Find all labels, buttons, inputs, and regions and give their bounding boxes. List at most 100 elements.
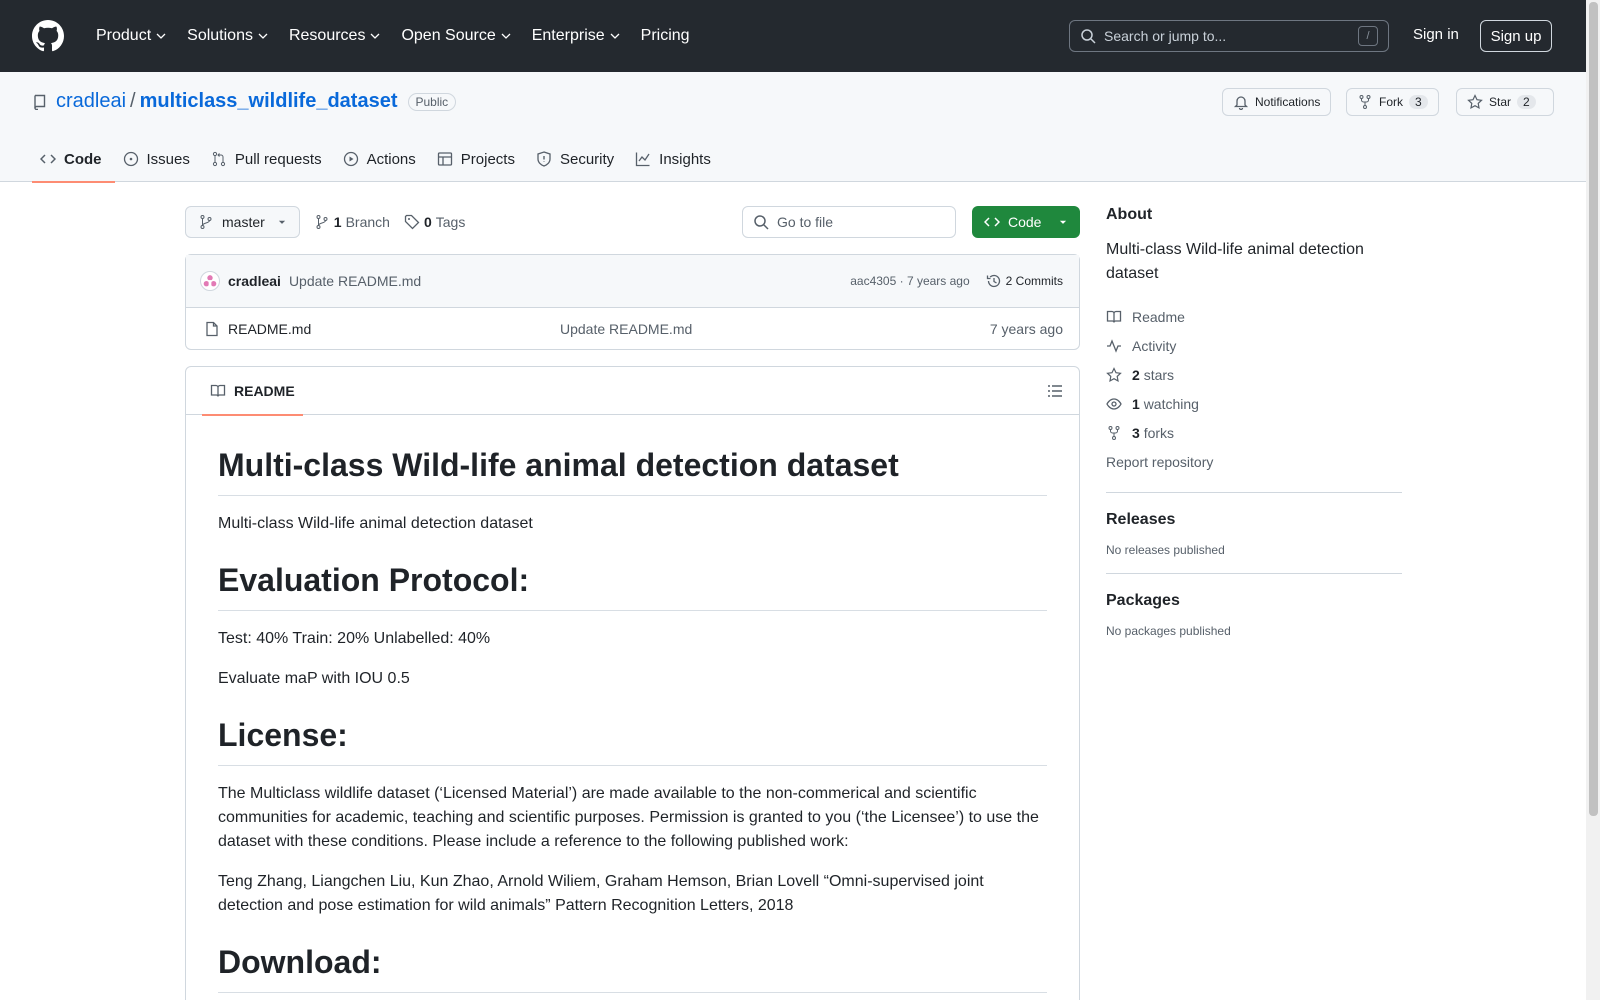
star-button[interactable]: Star 2 [1456,88,1554,116]
repo-header: cradleai / multiclass_wildlife_dataset P… [0,72,1586,183]
nav-product[interactable]: Product [88,21,175,51]
commit-hash-time[interactable]: aac4305 · 7 years ago [850,274,969,288]
branch-name: master [222,214,265,230]
forks-link[interactable]: 3 forks [1106,418,1402,447]
about-heading: About [1106,206,1153,223]
tab-issues[interactable]: Issues [115,136,203,182]
search-placeholder: Search or jump to... [1104,28,1227,44]
play-icon [343,151,358,167]
star-count: 2 [1517,95,1536,109]
caret-down-icon [278,220,285,224]
go-to-file-input[interactable]: Go to file [742,206,956,238]
chevron-down-icon [156,33,166,39]
readme-title: Multi-class Wild-life animal detection d… [218,445,1047,496]
sign-up-button[interactable]: Sign up [1480,20,1552,52]
branch-select[interactable]: master [185,206,300,238]
caret-down-icon [1059,220,1067,224]
tab-security[interactable]: Security [528,136,627,182]
branches-link[interactable]: 1 Branch [314,214,390,230]
chevron-down-icon [258,33,268,39]
global-header: Product Solutions Resources Open Source … [0,0,1586,72]
fork-button[interactable]: Fork 3 [1346,88,1439,116]
license-text: The Multiclass wildlife dataset (‘Licens… [218,785,1039,850]
readme-header: README [186,367,1079,416]
branch-icon [200,215,212,229]
commit-message-link[interactable]: Update README.md [289,273,421,289]
tag-icon [404,214,420,230]
nav-solutions[interactable]: Solutions [179,21,277,51]
sidebar-divider [1106,573,1402,574]
nav-open-source[interactable]: Open Source [393,21,519,51]
commits-history-link[interactable]: 2 Commits [986,273,1063,289]
file-icon [206,321,218,336]
repo-main: master 1 Branch 0 Tags Go to file Code c… [185,206,1080,1000]
repo-owner-link[interactable]: cradleai [56,90,126,113]
file-name-link[interactable]: README.md [228,321,560,337]
readme-link[interactable]: Readme [1106,302,1402,331]
tab-code[interactable]: Code [32,136,115,183]
issue-icon [123,151,138,167]
activity-link[interactable]: Activity [1106,331,1402,360]
packages-heading[interactable]: Packages [1106,592,1402,610]
releases-heading[interactable]: Releases [1106,511,1402,529]
commit-author-link[interactable]: cradleai [228,273,281,289]
heading-download: Download: [218,942,1047,993]
search-icon [1081,29,1096,44]
book-icon [210,384,226,397]
bell-icon [1233,96,1249,110]
heading-evaluation-protocol: Evaluation Protocol: [218,560,1047,611]
star-label: Star [1489,95,1512,109]
file-commit-message-link[interactable]: Update README.md [560,321,692,337]
search-icon [754,215,769,230]
nav-enterprise[interactable]: Enterprise [524,21,629,51]
file-age: 7 years ago [989,320,1063,337]
releases-empty-text: No releases published [1106,543,1225,557]
repo-sidebar: About Multi-class Wild-life animal detec… [1106,206,1402,638]
branch-icon [316,215,328,229]
github-logo-icon[interactable] [32,20,64,52]
code-button[interactable]: Code [972,206,1080,238]
avatar[interactable] [200,271,220,291]
nav-resources[interactable]: Resources [281,21,389,51]
search-input[interactable]: Search or jump to... / [1069,20,1389,52]
chevron-down-icon [501,33,511,39]
tab-projects[interactable]: Projects [429,136,528,182]
fork-icon [1108,425,1120,440]
watching-link[interactable]: 1 watching [1106,389,1402,418]
heading-license: License: [218,715,1047,766]
report-repository-link[interactable]: Report repository [1106,447,1402,476]
file-toolbar: master 1 Branch 0 Tags Go to file Code [185,206,1080,238]
file-list: cradleai Update README.md aac4305 · 7 ye… [185,254,1080,350]
tab-actions[interactable]: Actions [335,136,429,182]
table-icon [437,152,452,166]
star-icon [1467,94,1483,110]
chevron-down-icon [370,33,380,39]
citation-text: Teng Zhang, Liangchen Liu, Kun Zhao, Arn… [218,873,984,914]
readme-panel: README Multi-class Wild-life animal dete… [185,366,1080,1000]
scrollbar-thumb[interactable] [1589,2,1598,816]
notifications-button[interactable]: Notifications [1222,88,1332,116]
visibility-badge: Public [407,92,457,111]
readme-content: Multi-class Wild-life animal detection d… [186,415,1079,1000]
pulse-icon [1107,338,1121,353]
pull-request-icon [212,151,225,167]
sign-in-link[interactable]: Sign in [1413,26,1459,43]
sidebar-divider [1106,492,1402,493]
tab-pull-requests[interactable]: Pull requests [203,136,335,182]
fork-label: Fork [1379,95,1403,109]
readme-tab[interactable]: README [202,367,303,416]
evaluation-metric: Evaluate maP with IOU 0.5 [218,670,410,687]
graph-icon [636,152,650,167]
nav-pricing[interactable]: Pricing [633,21,698,51]
tags-link[interactable]: 0 Tags [404,214,465,230]
eye-icon [1106,397,1122,410]
repo-name-link[interactable]: multiclass_wildlife_dataset [140,90,398,113]
evaluation-split: Test: 40% Train: 20% Unlabelled: 40% [218,630,491,647]
tab-insights[interactable]: Insights [627,136,724,182]
code-icon [40,154,56,164]
fork-icon [1359,95,1371,109]
list-outline-icon[interactable] [1047,383,1063,399]
file-row[interactable]: README.md Update README.md 7 years ago [186,308,1079,349]
repo-path-separator: / [130,90,136,112]
stars-link[interactable]: 2 stars [1106,360,1402,389]
